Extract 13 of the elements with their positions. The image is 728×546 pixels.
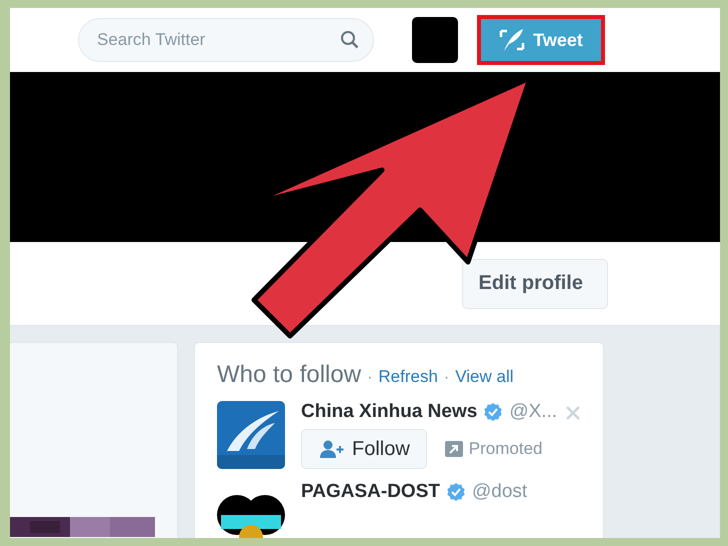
account-handle: @dost	[472, 481, 528, 503]
edit-profile-button[interactable]: Edit profile	[462, 258, 608, 308]
account-name[interactable]: PAGASA-DOST	[301, 481, 440, 503]
section-title: Who to follow	[217, 361, 362, 389]
search-field[interactable]: Search Twitter	[78, 18, 374, 62]
account-handle: @X...	[509, 401, 558, 423]
header-link[interactable]: View all	[455, 367, 514, 387]
follow-button[interactable]: Follow	[301, 429, 427, 469]
separator-dot: ·	[367, 369, 372, 387]
account-name[interactable]: China Xinhua News	[301, 401, 478, 423]
separator-dot: ·	[444, 369, 450, 387]
promoted-label: Promoted	[468, 439, 542, 459]
header-link[interactable]: Refresh	[378, 367, 438, 387]
